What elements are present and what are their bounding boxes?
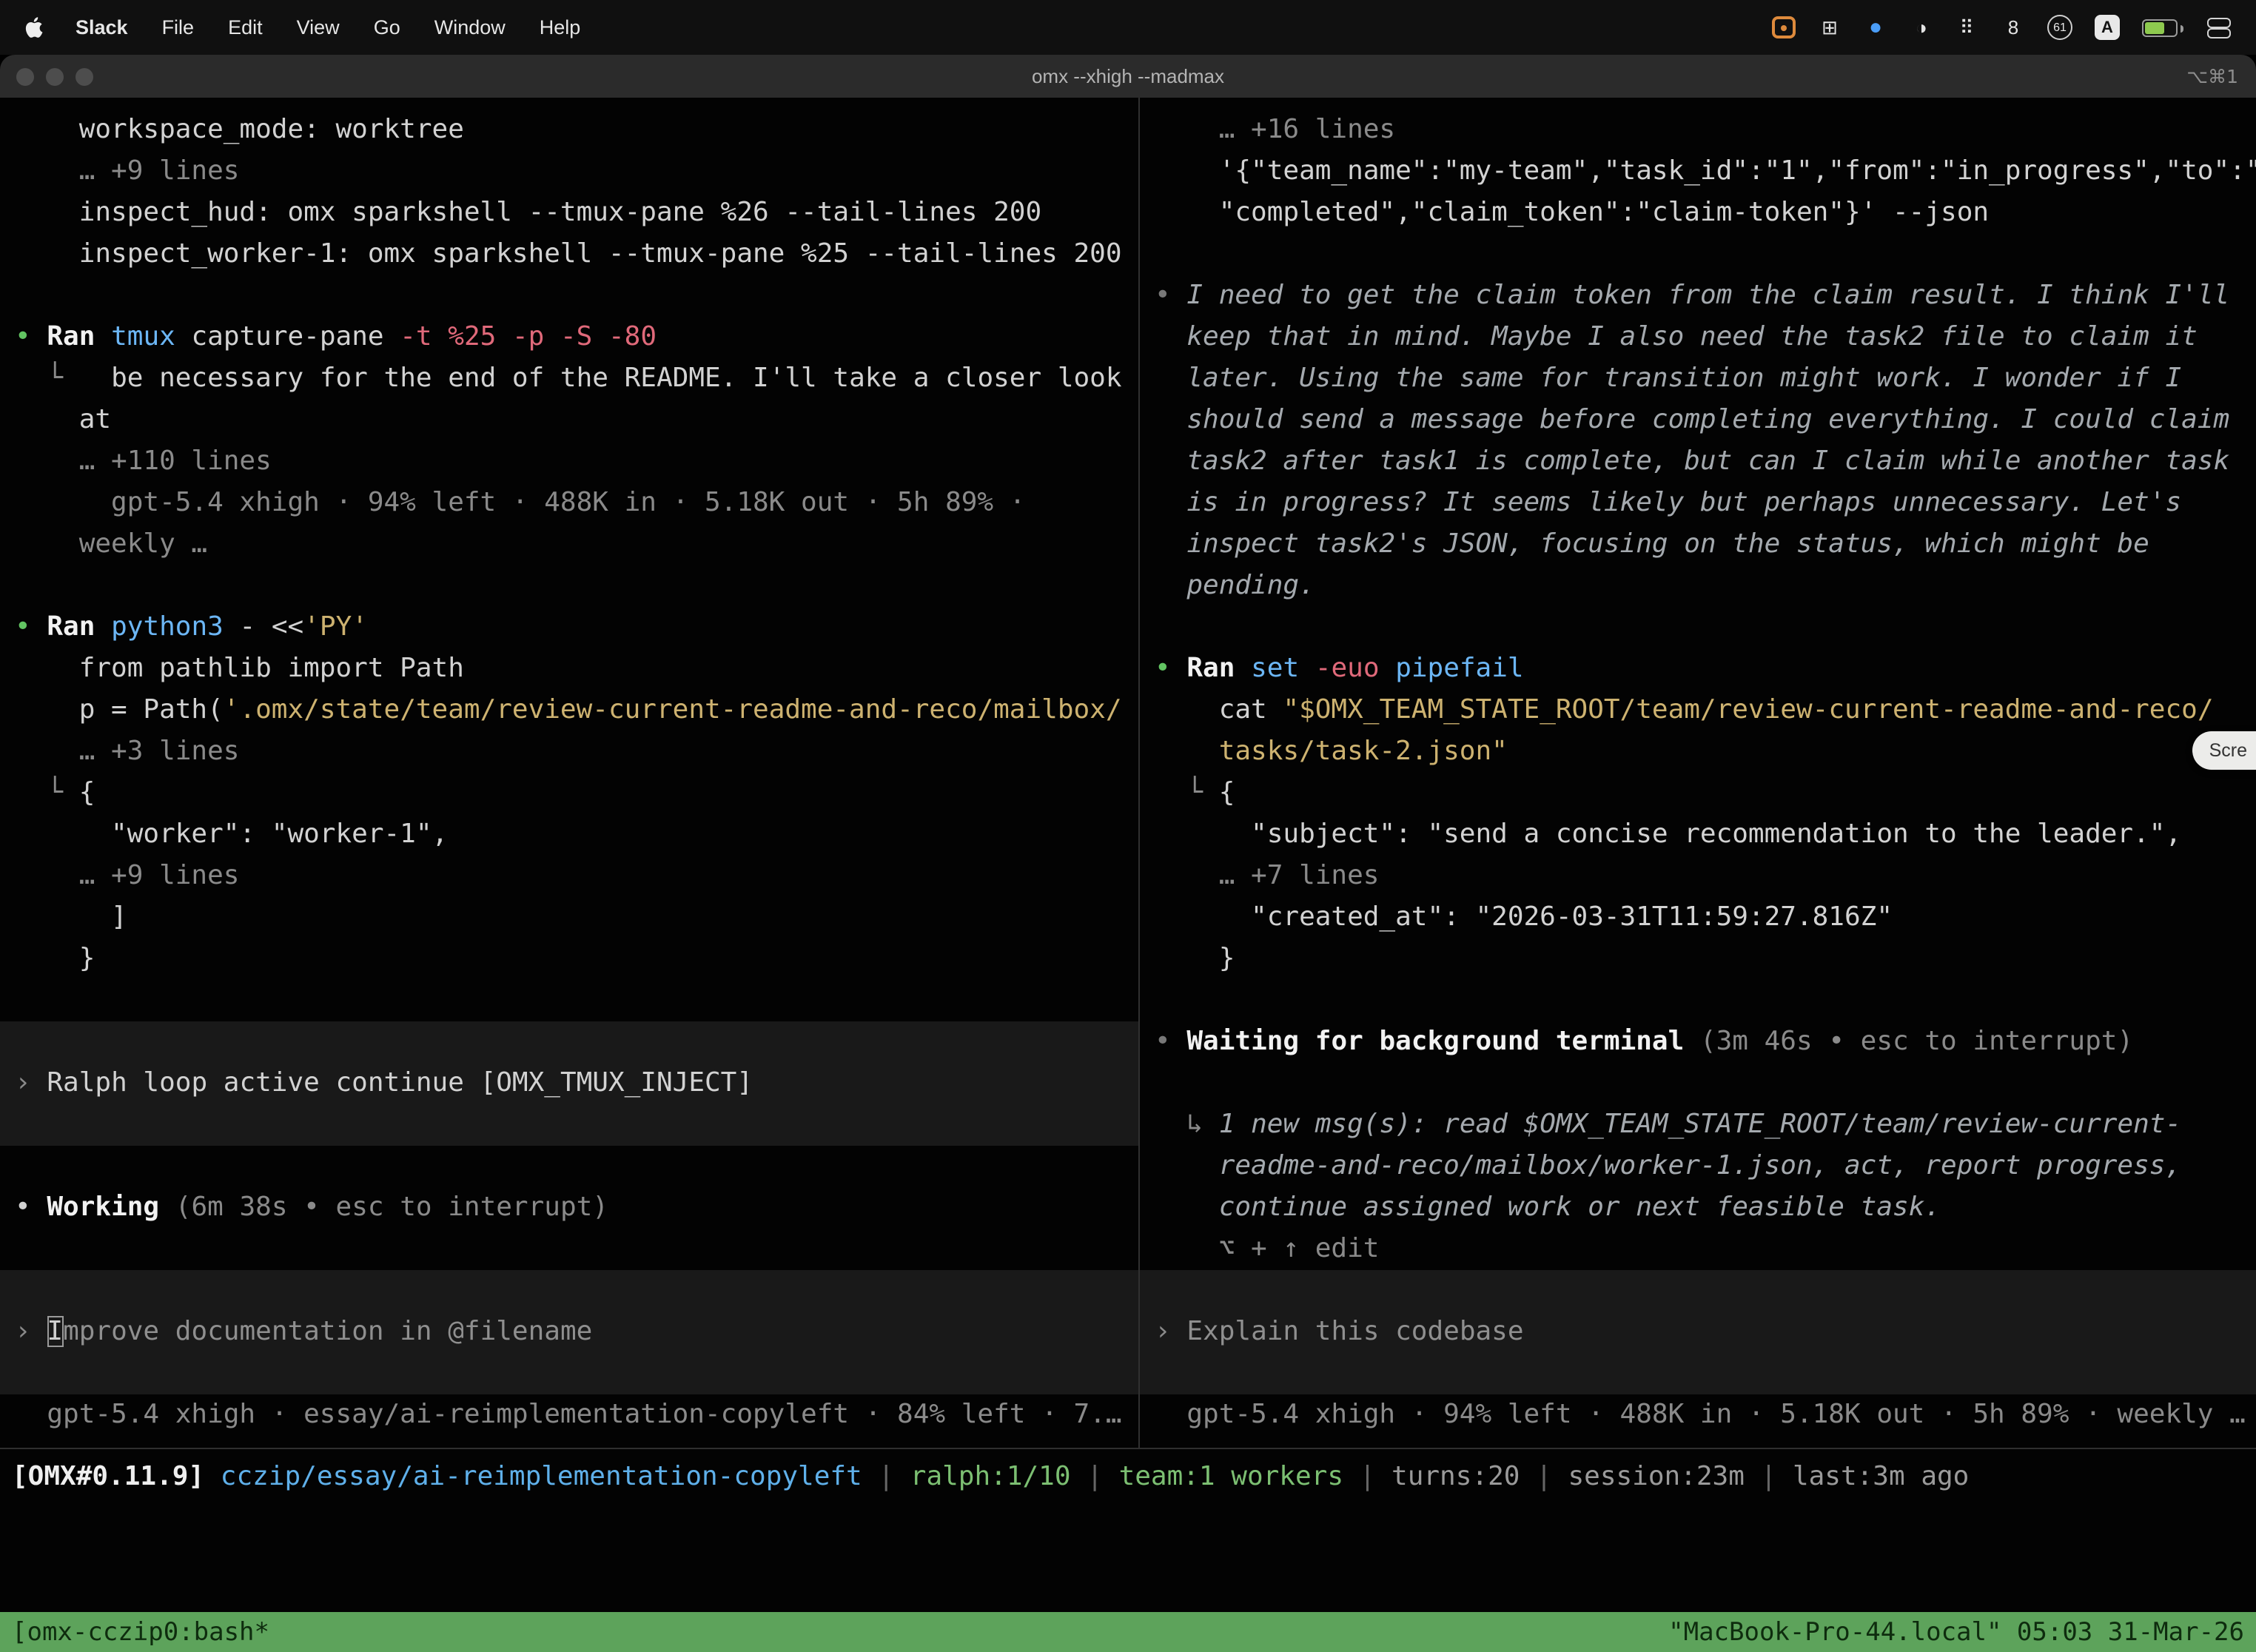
waiting-status: • Waiting for background terminal (3m 46… (1140, 1021, 2256, 1063)
dots-grid-icon[interactable]: ⠿ (1955, 14, 1979, 41)
blank-line (0, 275, 1138, 317)
terminal-line: } (0, 939, 1138, 980)
tmux-status-bar: [omx-cczip0:bash* "MacBook-Pro-44.local"… (0, 1612, 2256, 1652)
blank-line (1140, 980, 2256, 1021)
blank-line (1140, 1063, 2256, 1104)
menu-file[interactable]: File (162, 16, 195, 38)
menubar: Slack File Edit View Go Window Help ⊞ ● ◑ ⠿ 8 61 A (0, 0, 2256, 55)
queued-message-banner: › Ralph loop active continue [OMX_TMUX_I… (0, 1021, 1138, 1146)
terminal-line: keep that in mind. Maybe I also need the… (1140, 317, 2256, 358)
pane-right-lines: … +16 lines '{"team_name":"my-team","tas… (1140, 98, 2256, 1448)
gauge-61-icon[interactable]: 61 (2047, 15, 2072, 40)
close-button[interactable] (16, 67, 34, 85)
terminal-line: workspace_mode: worktree (0, 110, 1138, 151)
terminal-line: pending. (1140, 565, 2256, 607)
terminal-line: … +9 lines (0, 856, 1138, 897)
control-center-icon[interactable] (2206, 17, 2232, 38)
minimize-button[interactable] (46, 67, 64, 85)
apple-menu-icon[interactable] (24, 16, 43, 38)
terminal-line: • Ran python3 - <<'PY' (0, 607, 1138, 648)
menu-go[interactable]: Go (374, 16, 400, 38)
terminal-line: inspect task2's JSON, focusing on the st… (1140, 524, 2256, 565)
terminal-line: is in progress? It seems likely but perh… (1140, 483, 2256, 524)
screenshot-notification-label: Scre (2209, 740, 2247, 761)
terminal-line: p = Path('.omx/state/team/review-current… (0, 690, 1138, 731)
terminal-line: … +16 lines (1140, 110, 2256, 151)
working-status: • Working (6m 38s • esc to interrupt) (0, 1187, 1138, 1229)
blank-line (0, 1146, 1138, 1187)
menu-help[interactable]: Help (540, 16, 581, 38)
terminal-line: tasks/task-2.json" (1140, 731, 2256, 773)
terminal-line: … +7 lines (1140, 856, 2256, 897)
terminal-line: task2 after task1 is complete, but can I… (1140, 441, 2256, 483)
terminal-line: gpt-5.4 xhigh · 94% left · 488K in · 5.1… (0, 483, 1138, 524)
status-divider (0, 1448, 2256, 1449)
tmux-host-clock: "MacBook-Pro-44.local" 05:03 31-Mar-26 (1668, 1617, 2244, 1647)
terminal-line: inspect_worker-1: omx sparkshell --tmux-… (0, 234, 1138, 275)
terminal-line: └ be necessary for the end of the README… (0, 358, 1138, 400)
app-grid-icon[interactable]: ⊞ (1818, 14, 1842, 41)
terminal-line: "completed","claim_token":"claim-token"}… (1140, 192, 2256, 234)
window-shortcut-hint: ⌥⌘1 (2186, 65, 2256, 87)
terminal-line: ↳ 1 new msg(s): read $OMX_TEAM_STATE_ROO… (1140, 1104, 2256, 1146)
screenshot-notification[interactable]: Scre (2193, 731, 2256, 770)
panes-region: workspace_mode: worktree … +9 lines insp… (0, 98, 2256, 1448)
terminal-line: • Ran set -euo pipefail (1140, 648, 2256, 690)
menu-window[interactable]: Window (434, 16, 506, 38)
menubar-menus: Slack File Edit View Go Window Help (75, 16, 580, 38)
blank-line (0, 980, 1138, 1021)
pane-left-lines: workspace_mode: worktree … +9 lines insp… (0, 98, 1138, 1448)
pane-footer-right: gpt-5.4 xhigh · 94% left · 488K in · 5.1… (1140, 1394, 2256, 1436)
terminal-line: from pathlib import Path (0, 648, 1138, 690)
terminal-line: • Ran tmux capture-pane -t %25 -p -S -80 (0, 317, 1138, 358)
battery-icon[interactable] (2142, 19, 2178, 36)
input-source-icon[interactable]: A (2095, 15, 2120, 40)
window-title: omx --xhigh --madmax (0, 65, 2256, 87)
terminal-line: should send a message before completing … (1140, 400, 2256, 441)
tmux-session-label: [omx-cczip0:bash* (12, 1617, 269, 1647)
terminal-line: … +3 lines (0, 731, 1138, 773)
terminal-line: • I need to get the claim token from the… (1140, 275, 2256, 317)
blank-line (1140, 234, 2256, 275)
terminal-line: continue assigned work or next feasible … (1140, 1187, 2256, 1229)
terminal-line: "subject": "send a concise recommendatio… (1140, 814, 2256, 856)
terminal-line: readme-and-reco/mailbox/worker-1.json, a… (1140, 1146, 2256, 1187)
blank-line (1140, 607, 2256, 648)
terminal-line: "created_at": "2026-03-31T11:59:27.816Z" (1140, 897, 2256, 939)
omx-status-line: [OMX#0.11.9] cczip/essay/ai-reimplementa… (0, 1457, 2256, 1498)
keypad-8-icon[interactable]: 8 (2001, 14, 2025, 41)
menu-edit[interactable]: Edit (228, 16, 263, 38)
menu-view[interactable]: View (297, 16, 340, 38)
status-icons: ⊞ ● ◑ ⠿ 8 61 A (1772, 14, 2232, 41)
terminal-line: '{"team_name":"my-team","task_id":"1","f… (1140, 151, 2256, 192)
prompt-input-right[interactable]: › Explain this codebase (1140, 1270, 2256, 1394)
menu-slack[interactable]: Slack (75, 16, 128, 38)
pane-footer-left: gpt-5.4 xhigh · essay/ai-reimplementatio… (0, 1394, 1138, 1436)
terminal-line: inspect_hud: omx sparkshell --tmux-pane … (0, 192, 1138, 234)
terminal-line: … +110 lines (0, 441, 1138, 483)
terminal-line: └ { (1140, 773, 2256, 814)
blank-line (0, 1229, 1138, 1270)
prompt-input-left[interactable]: › Improve documentation in @filename (0, 1270, 1138, 1394)
terminal-line: cat "$OMX_TEAM_STATE_ROOT/team/review-cu… (1140, 690, 2256, 731)
zoom-button[interactable] (75, 67, 93, 85)
terminal-line: at (0, 400, 1138, 441)
blank-line (0, 565, 1138, 607)
screen: Slack File Edit View Go Window Help ⊞ ● ◑ ⠿ 8 61 A o… (0, 0, 2256, 1652)
blue-app-icon[interactable]: ● (1864, 14, 1887, 41)
terminal-line: later. Using the same for transition mig… (1140, 358, 2256, 400)
terminal-line: … +9 lines (0, 151, 1138, 192)
terminal-line: "worker": "worker-1", (0, 814, 1138, 856)
terminal-line: └ { (0, 773, 1138, 814)
terminal-line: ] (0, 897, 1138, 939)
traffic-lights (0, 67, 93, 85)
terminal-line: ⌥ + ↑ edit (1140, 1229, 2256, 1270)
contrast-app-icon[interactable]: ◑ (1910, 14, 1933, 41)
terminal-line: } (1140, 939, 2256, 980)
terminal-window: omx --xhigh --madmax ⌥⌘1 workspace_mode:… (0, 55, 2256, 1652)
screen-recording-icon[interactable] (1772, 16, 1796, 38)
titlebar: omx --xhigh --madmax ⌥⌘1 (0, 55, 2256, 99)
terminal-line: weekly … (0, 524, 1138, 565)
